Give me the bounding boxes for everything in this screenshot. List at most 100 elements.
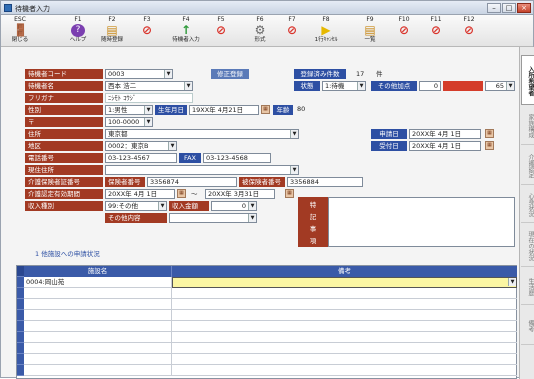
maximize-button[interactable]: □ xyxy=(502,3,516,13)
side-tab-7[interactable]: 備考 xyxy=(521,305,534,345)
facility-cell[interactable] xyxy=(24,365,172,376)
other-income-field[interactable]: ▼ xyxy=(169,213,257,223)
toolbar-button-f11[interactable]: F11 ⊘ xyxy=(421,16,451,46)
table-row[interactable] xyxy=(24,354,517,365)
code-field[interactable]: 0003 ▼ xyxy=(105,69,173,79)
calendar-icon[interactable]: ▦ xyxy=(261,105,270,114)
toolbar-button-f5[interactable]: F5 ⊘ xyxy=(206,16,236,46)
income-amount-field[interactable]: 0 ▼ xyxy=(211,201,257,211)
dropdown-arrow-icon[interactable]: ▼ xyxy=(248,214,256,222)
calendar-icon[interactable]: ▦ xyxy=(285,189,294,198)
correction-register-badge[interactable]: 修正登録 xyxy=(211,69,249,79)
table-row[interactable] xyxy=(24,310,517,321)
remarks-cell[interactable] xyxy=(172,288,517,299)
toolbar-button-esc[interactable]: ESC 🚪 閉じる xyxy=(5,16,35,46)
facility-cell[interactable] xyxy=(24,343,172,354)
toolbar-button-f7[interactable]: F7 ⊘ xyxy=(277,16,307,46)
toolbar-button-f9[interactable]: F9 ▤ 一覧 xyxy=(355,16,385,46)
side-tab-3[interactable]: 介護認定 xyxy=(521,145,534,185)
received-date-field[interactable]: 20XX年 4月 1日 xyxy=(409,141,481,151)
facility-cell[interactable] xyxy=(24,310,172,321)
insured-number-field[interactable]: 3356884 xyxy=(287,177,363,187)
insurer-number-field[interactable]: 3356874 xyxy=(147,177,237,187)
remarks-cell[interactable] xyxy=(172,332,517,343)
side-tab-5[interactable]: 現在の状況 xyxy=(521,223,534,267)
remarks-cell[interactable] xyxy=(172,310,517,321)
side-tab-4[interactable]: 心身状況 xyxy=(521,185,534,223)
remarks-cell[interactable] xyxy=(172,354,517,365)
table-row[interactable] xyxy=(24,343,517,354)
toolbar-button-f8[interactable]: F8 ▶ 1行ｷｬﾝｾﾙ xyxy=(311,16,341,46)
facility-cell[interactable] xyxy=(24,332,172,343)
dropdown-arrow-icon[interactable]: ▼ xyxy=(144,106,152,114)
dropdown-arrow-icon[interactable]: ▼ xyxy=(158,202,166,210)
row-selector[interactable] xyxy=(17,288,24,299)
income-type-select[interactable]: 99:その他 ▼ xyxy=(105,201,167,211)
calendar-icon[interactable]: ▦ xyxy=(177,189,186,198)
facility-cell[interactable] xyxy=(24,288,172,299)
calendar-icon[interactable]: ▦ xyxy=(485,129,494,138)
notes-textarea[interactable] xyxy=(328,197,515,247)
toolbar-button-f6[interactable]: F6 ⚙ 形式 xyxy=(245,16,275,46)
table-row[interactable] xyxy=(24,299,517,310)
remarks-cell[interactable] xyxy=(172,299,517,310)
table-row[interactable] xyxy=(24,365,517,376)
remarks-cell[interactable] xyxy=(172,343,517,354)
furigana-field[interactable]: ﾆｼﾓﾄ ｺｳｼﾞ xyxy=(105,93,193,103)
certification-from-field[interactable]: 20XX年 4月 1日 xyxy=(105,189,175,199)
address-field[interactable]: 東京都 ▼ xyxy=(105,129,299,139)
dropdown-arrow-icon[interactable]: ▼ xyxy=(164,70,172,78)
close-button[interactable]: × xyxy=(517,3,531,13)
row-selector[interactable] xyxy=(17,332,24,343)
dropdown-arrow-icon[interactable]: ▼ xyxy=(248,202,256,210)
facility-cell[interactable] xyxy=(24,321,172,332)
toolbar-button-f3[interactable]: F3 ⊘ xyxy=(132,16,162,46)
table-row[interactable] xyxy=(24,332,517,343)
dropdown-arrow-icon[interactable]: ▼ xyxy=(290,166,298,174)
side-tab-2[interactable]: 家族構成 xyxy=(521,105,534,145)
dropdown-arrow-icon[interactable]: ▼ xyxy=(508,278,516,286)
toolbar-button-f4[interactable]: F4 ↑ 待機者入力 xyxy=(171,16,201,46)
toolbar-button-f10[interactable]: F10 ⊘ xyxy=(389,16,419,46)
region-select[interactable]: 0002：東京B ▼ xyxy=(105,141,177,151)
row-selector[interactable] xyxy=(17,310,24,321)
certification-to-field[interactable]: 20XX年 3月31日 xyxy=(205,189,275,199)
gender-select[interactable]: 1:男性 ▼ xyxy=(105,105,153,115)
facility-cell[interactable] xyxy=(24,354,172,365)
dropdown-arrow-icon[interactable]: ▼ xyxy=(144,118,152,126)
dropdown-arrow-icon[interactable]: ▼ xyxy=(168,142,176,150)
column-header-remarks[interactable]: 備考 xyxy=(172,266,517,277)
table-row[interactable]: 0004:岡山苑 ▼ xyxy=(24,277,517,288)
dropdown-arrow-icon[interactable]: ▼ xyxy=(290,130,298,138)
other-points-field[interactable]: 0 xyxy=(419,81,441,91)
row-selector[interactable] xyxy=(17,354,24,365)
toolbar-button-f12[interactable]: F12 ⊘ xyxy=(454,16,484,46)
facility-cell[interactable]: 0004:岡山苑 xyxy=(24,277,172,288)
current-address-field[interactable]: ▼ xyxy=(105,165,299,175)
dropdown-arrow-icon[interactable]: ▼ xyxy=(506,82,514,90)
calendar-icon[interactable]: ▦ xyxy=(485,141,494,150)
column-header-facility[interactable]: 施設名 xyxy=(24,266,172,277)
facility-cell[interactable] xyxy=(24,299,172,310)
toolbar-button-f1[interactable]: F1? ヘルプ xyxy=(63,16,93,46)
status-select[interactable]: 1:待機 ▼ xyxy=(322,81,366,91)
remarks-cell[interactable] xyxy=(172,365,517,376)
side-tab-6[interactable]: 生活歴 xyxy=(521,267,534,305)
phone-field[interactable]: 03-123-4567 xyxy=(105,153,177,163)
remarks-cell[interactable]: ▼ xyxy=(172,277,517,288)
birthdate-field[interactable]: 19XX年 4月21日 xyxy=(189,105,259,115)
remarks-cell[interactable] xyxy=(172,321,517,332)
toolbar-button-f2[interactable]: F2 ▤ 随時登録 xyxy=(97,16,127,46)
row-selector[interactable] xyxy=(17,277,24,288)
dropdown-arrow-icon[interactable]: ▼ xyxy=(184,82,192,90)
application-date-field[interactable]: 20XX年 4月 1日 xyxy=(409,129,481,139)
row-selector[interactable] xyxy=(17,321,24,332)
minimize-button[interactable]: – xyxy=(487,3,501,13)
table-row[interactable] xyxy=(24,321,517,332)
postal-field[interactable]: 100-0000 ▼ xyxy=(105,117,153,127)
table-row[interactable] xyxy=(24,288,517,299)
name-field[interactable]: 西本 浩二 ▼ xyxy=(105,81,193,91)
row-selector[interactable] xyxy=(17,299,24,310)
side-tab-1[interactable]: 入所希望者 xyxy=(521,55,534,105)
row-selector[interactable] xyxy=(17,365,24,376)
